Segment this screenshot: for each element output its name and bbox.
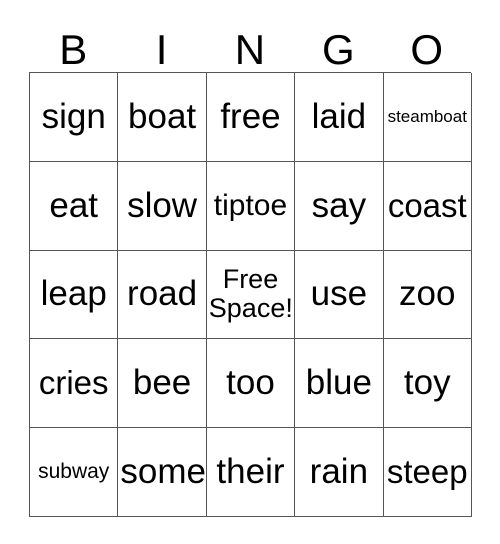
bingo-cell[interactable]: sign [30, 73, 119, 162]
bingo-row: eat slow tiptoe say coast [30, 161, 472, 251]
bingo-cell-label: road [127, 274, 198, 314]
bingo-free-space-cell[interactable]: Free Space! [206, 250, 296, 340]
bingo-cell[interactable]: too [206, 339, 296, 429]
bingo-header-letter-b: B [59, 26, 88, 73]
bingo-cell-label: eat [49, 185, 99, 225]
bingo-free-space-label: Free Space! [208, 264, 293, 324]
bingo-cell[interactable]: subway [30, 428, 119, 517]
bingo-header-row: B I N G O [29, 22, 471, 72]
bingo-cell-label: boat [128, 96, 197, 136]
bingo-row: cries bee too blue toy [30, 339, 472, 429]
bingo-cell[interactable]: steep [383, 428, 472, 517]
bingo-cell[interactable]: slow [118, 161, 207, 251]
bingo-cell[interactable]: leap [30, 250, 119, 340]
bingo-cell[interactable]: rain [295, 428, 384, 517]
bingo-row: leap road Free Space! use zoo [30, 250, 472, 340]
bingo-cell-label: their [216, 451, 285, 491]
bingo-cell-label: zoo [399, 274, 456, 314]
bingo-cell-label: subway [38, 460, 110, 484]
bingo-row: subway some their rain steep [30, 428, 472, 517]
bingo-grid: sign boat free laid steamboat eat slow t… [29, 72, 472, 517]
bingo-cell[interactable]: bee [118, 339, 207, 429]
bingo-cell[interactable]: use [295, 250, 384, 340]
bingo-cell[interactable]: cries [30, 339, 119, 429]
bingo-cell-label: too [226, 363, 275, 403]
bingo-cell-label: steep [386, 452, 468, 490]
bingo-cell-label: rain [309, 451, 369, 491]
bingo-cell-label: tiptoe [213, 189, 288, 223]
bingo-cell[interactable]: say [295, 161, 384, 251]
bingo-card: B I N G O sign boat free laid steamboat … [29, 22, 472, 517]
bingo-cell[interactable]: blue [295, 339, 384, 429]
bingo-cell[interactable]: laid [295, 73, 384, 162]
bingo-cell-label: blue [305, 363, 372, 403]
bingo-cell[interactable]: coast [383, 161, 472, 251]
bingo-cell-label: free [220, 96, 281, 136]
bingo-header-letter-o: O [410, 26, 444, 73]
bingo-cell-label: say [311, 185, 367, 225]
bingo-cell-label: some [120, 451, 206, 491]
bingo-cell[interactable]: their [206, 428, 296, 517]
bingo-cell[interactable]: zoo [383, 250, 472, 340]
bingo-cell-label: coast [387, 186, 467, 224]
bingo-header-letter-g: G [322, 26, 355, 73]
bingo-row: sign boat free laid steamboat [30, 73, 472, 162]
bingo-cell-label: laid [311, 96, 367, 136]
bingo-header-letter-i: I [155, 26, 168, 73]
bingo-cell-label: use [310, 274, 368, 314]
bingo-cell-label: steamboat [387, 107, 467, 127]
bingo-cell-label: bee [132, 363, 192, 403]
bingo-cell[interactable]: free [206, 73, 296, 162]
bingo-cell[interactable]: toy [383, 339, 472, 429]
bingo-cell[interactable]: some [118, 428, 207, 517]
bingo-header-letter-n: N [234, 26, 266, 73]
bingo-cell[interactable]: road [118, 250, 207, 340]
bingo-cell[interactable]: steamboat [383, 73, 472, 162]
bingo-cell[interactable]: eat [30, 161, 119, 251]
bingo-cell[interactable]: boat [118, 73, 207, 162]
bingo-cell-label: slow [127, 185, 198, 225]
bingo-cell-label: leap [40, 274, 107, 314]
bingo-cell-label: sign [41, 96, 106, 136]
bingo-cell-label: cries [38, 364, 109, 402]
bingo-cell[interactable]: tiptoe [206, 161, 296, 251]
bingo-cell-label: toy [403, 363, 451, 403]
